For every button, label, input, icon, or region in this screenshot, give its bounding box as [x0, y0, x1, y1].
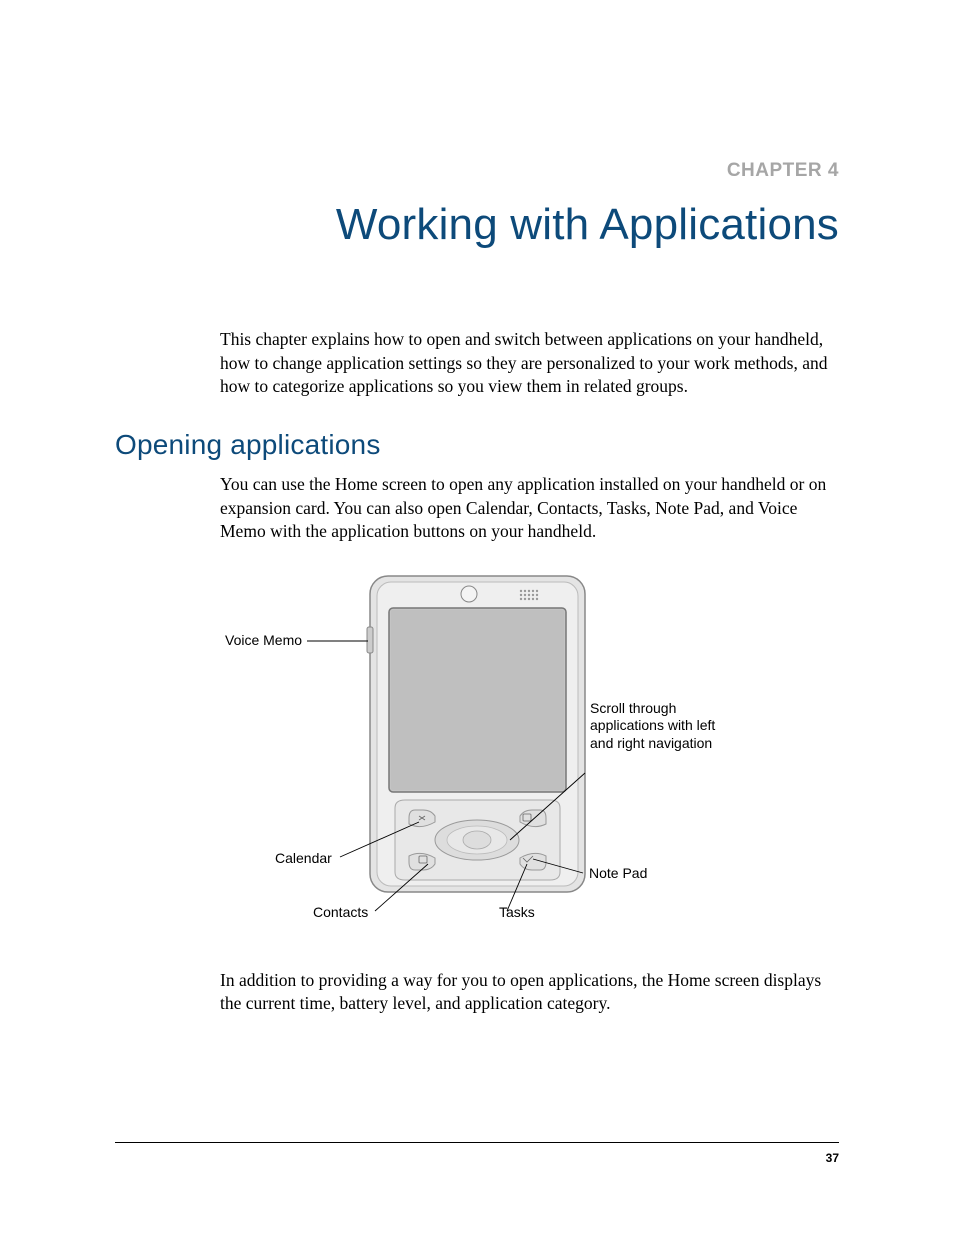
chapter-title: Working with Applications	[115, 200, 839, 250]
callout-calendar: Calendar	[275, 850, 332, 868]
page-footer: 37	[115, 1142, 839, 1165]
callout-voice-memo: Voice Memo	[225, 632, 302, 650]
callout-scroll-navigation: Scroll through applications with left an…	[590, 700, 730, 753]
section-paragraph-2: In addition to providing a way for you t…	[220, 969, 839, 1016]
callout-note-pad: Note Pad	[589, 865, 647, 883]
callout-lines	[115, 574, 845, 949]
section-heading-opening-applications: Opening applications	[115, 429, 839, 461]
chapter-label: CHAPTER 4	[115, 160, 839, 182]
handheld-diagram: Voice Memo Scroll through applications w…	[115, 574, 839, 949]
section-paragraph-1: You can use the Home screen to open any …	[220, 473, 839, 544]
page-number: 37	[826, 1151, 839, 1165]
callout-tasks: Tasks	[499, 904, 535, 922]
intro-paragraph: This chapter explains how to open and sw…	[220, 328, 839, 399]
callout-contacts: Contacts	[313, 904, 368, 922]
